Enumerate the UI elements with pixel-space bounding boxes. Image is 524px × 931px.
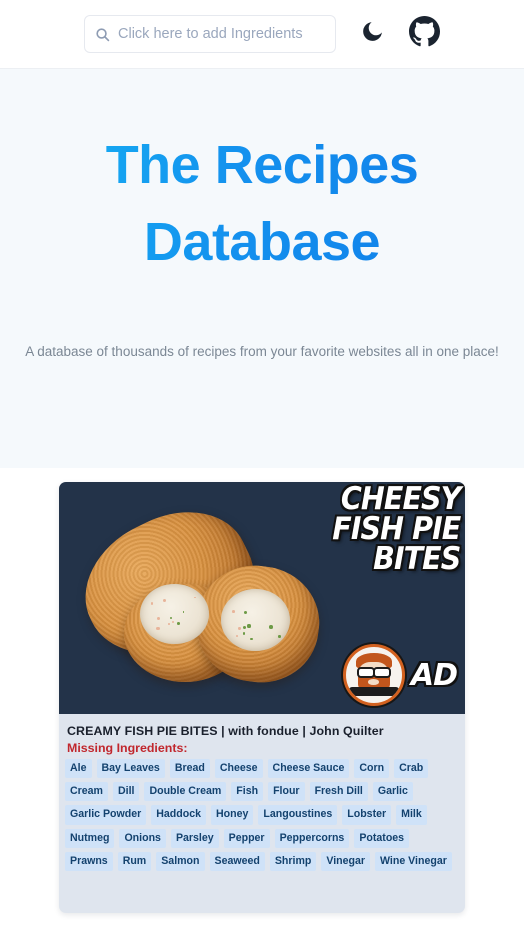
food-fleck xyxy=(151,602,153,604)
results-area: CHEESY FISH PIE BITES AD CREAMY FISH PIE… xyxy=(0,468,524,913)
search-box[interactable] xyxy=(84,15,336,53)
ingredient-tag[interactable]: Milk xyxy=(396,805,427,824)
github-link[interactable] xyxy=(409,16,440,52)
ingredient-tag[interactable]: Crab xyxy=(394,759,428,778)
ingredient-tag[interactable]: Flour xyxy=(268,782,304,801)
ingredient-tag[interactable]: Peppercorns xyxy=(275,829,350,848)
food-fleck xyxy=(278,635,280,637)
food-fleck xyxy=(194,597,196,599)
moon-icon xyxy=(360,19,385,49)
recipe-card-body: CREAMY FISH PIE BITES | with fondue | Jo… xyxy=(59,714,465,913)
recipe-title: CREAMY FISH PIE BITES | with fondue | Jo… xyxy=(65,724,459,738)
ingredient-tag[interactable]: Honey xyxy=(211,805,253,824)
ingredient-tag[interactable]: Seaweed xyxy=(210,852,265,871)
recipe-thumbnail[interactable]: CHEESY FISH PIE BITES AD xyxy=(59,482,465,714)
search-icon xyxy=(95,27,110,42)
ingredient-tag[interactable]: Langoustines xyxy=(258,805,337,824)
thumbnail-overlay-text: CHEESY FISH PIE BITES xyxy=(251,484,460,574)
hero-section: The Recipes Database A database of thous… xyxy=(0,69,524,468)
ingredient-tag[interactable]: Parsley xyxy=(171,829,219,848)
food-fleck xyxy=(250,638,253,641)
food-fleck xyxy=(243,632,245,634)
ingredient-tag[interactable]: Pepper xyxy=(224,829,270,848)
ingredient-tag[interactable]: Bay Leaves xyxy=(97,759,165,778)
page-subtitle: A database of thousands of recipes from … xyxy=(0,344,524,359)
food-fleck xyxy=(232,610,235,613)
food-fleck xyxy=(170,617,172,619)
food-fleck xyxy=(238,627,240,629)
app-root: The Recipes Database A database of thous… xyxy=(0,0,524,931)
search-input[interactable] xyxy=(118,16,325,52)
ingredient-tag[interactable]: Vinegar xyxy=(321,852,370,871)
food-fleck xyxy=(269,625,273,629)
ingredient-tag[interactable]: Prawns xyxy=(65,852,113,871)
page-title-line-2: Database xyxy=(40,204,484,281)
ingredient-tag[interactable]: Wine Vinegar xyxy=(375,852,452,871)
dark-mode-toggle[interactable] xyxy=(360,19,385,49)
ingredient-tag[interactable]: Potatoes xyxy=(354,829,409,848)
overlay-line-1: CHEESY xyxy=(251,484,460,514)
food-fleck xyxy=(168,623,170,625)
ingredient-tag[interactable]: Cheese xyxy=(215,759,263,778)
ingredient-tag[interactable]: Fish xyxy=(231,782,263,801)
ad-badge: AD xyxy=(411,658,457,693)
chef-logo-icon xyxy=(343,644,405,706)
food-fleck xyxy=(243,626,247,630)
ingredient-tag[interactable]: Shrimp xyxy=(270,852,317,871)
ingredient-tag[interactable]: Garlic xyxy=(373,782,413,801)
github-icon xyxy=(409,16,440,52)
ingredient-tag[interactable]: Fresh Dill xyxy=(310,782,368,801)
ingredient-tag[interactable]: Lobster xyxy=(342,805,391,824)
food-fleck xyxy=(236,635,238,637)
ingredient-tag[interactable]: Ale xyxy=(65,759,92,778)
ingredient-tag[interactable]: Cheese Sauce xyxy=(268,759,350,778)
thumbnail-badges: AD xyxy=(343,644,457,706)
ingredient-tag[interactable]: Corn xyxy=(354,759,389,778)
ingredient-tag[interactable]: Rum xyxy=(118,852,152,871)
top-navbar xyxy=(0,0,524,69)
food-fleck xyxy=(244,611,247,614)
ingredient-tag[interactable]: Cream xyxy=(65,782,108,801)
chef-logo-banner xyxy=(349,687,398,696)
page-title: The Recipes Database xyxy=(0,127,524,280)
food-fleck xyxy=(177,622,180,625)
ingredient-tag[interactable]: Onions xyxy=(119,829,166,848)
ingredient-tag[interactable]: Haddock xyxy=(151,805,206,824)
missing-ingredients-list: Ale Bay Leaves Bread Cheese Cheese Sauce Corn… xyxy=(65,759,459,871)
overlay-line-3: BITES xyxy=(251,544,460,574)
recipe-card[interactable]: CHEESY FISH PIE BITES AD CREAMY FISH PIE… xyxy=(59,482,465,913)
ingredient-tag[interactable]: Bread xyxy=(170,759,210,778)
food-fleck xyxy=(247,624,250,627)
food-fleck xyxy=(172,621,174,623)
food-fleck xyxy=(156,627,160,631)
ingredient-tag[interactable]: Dill xyxy=(113,782,139,801)
food-fleck xyxy=(163,599,166,602)
ingredient-tag[interactable]: Nutmeg xyxy=(65,829,114,848)
ingredient-tag[interactable]: Garlic Powder xyxy=(65,805,146,824)
food-fleck xyxy=(157,617,160,620)
ingredient-tag[interactable]: Salmon xyxy=(156,852,204,871)
page-title-line-1: The Recipes xyxy=(40,127,484,204)
food-fleck xyxy=(183,611,185,613)
ingredient-tag[interactable]: Double Cream xyxy=(144,782,226,801)
overlay-line-2: FISH PIE xyxy=(251,514,460,544)
chef-glasses-icon xyxy=(357,667,391,674)
missing-ingredients-label: Missing Ingredients: xyxy=(65,741,459,755)
